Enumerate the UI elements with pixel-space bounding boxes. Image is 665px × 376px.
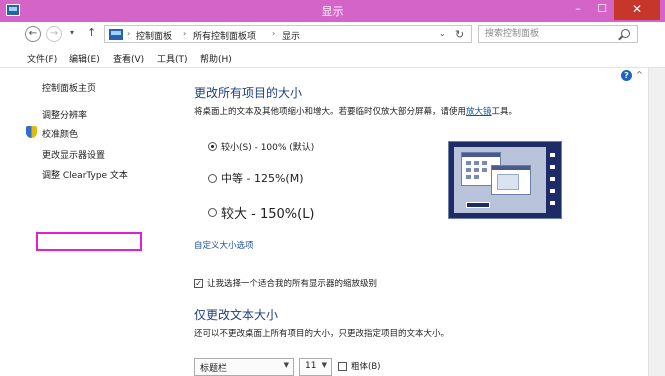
page-description: 将桌面上的文本及其他项缩小和增大。若要临时仅放大部分屏幕，请使用放大镜工具。 [194,105,517,117]
section-title-text-size: 仅更改文本大小 [194,308,279,322]
sidebar-item-cleartype[interactable]: 调整 ClearType 文本 [42,168,128,181]
preview-window [491,165,531,195]
preview-screen [454,147,546,213]
chevron-down-icon: ▼ [321,361,327,369]
search-box[interactable] [478,25,638,43]
breadcrumb-separator[interactable]: › [127,29,130,38]
menu-tools[interactable]: 工具(T) [157,52,188,65]
breadcrumb-separator[interactable]: › [183,29,186,38]
address-dropdown-icon[interactable]: ⌄ [439,29,446,38]
menu-view[interactable]: 查看(V) [113,52,144,65]
up-button[interactable]: ↑ [87,26,96,39]
preview-side-panel [548,147,557,213]
scroll-up-button[interactable]: ^ [636,70,643,79]
search-icon[interactable] [621,29,630,38]
radio-button[interactable] [208,173,217,183]
preview-taskbar [466,202,490,208]
menu-file[interactable]: 文件(F) [27,52,57,65]
address-row: ← → ▾ ↑ › 控制面板 › 所有控制面板项 › 显示 ⌄ ↻ [0,22,665,46]
magnifier-link[interactable]: 放大镜 [466,107,492,117]
bold-checkbox[interactable] [338,361,347,371]
font-size-select[interactable]: 11 ▼ [299,358,332,376]
size-option-large[interactable]: 较大 - 150%(L) [208,203,315,222]
breadcrumb-display[interactable]: 显示 [282,29,300,42]
recent-locations-dropdown[interactable]: ▾ [70,28,74,37]
scaling-checkbox[interactable]: ✓ [194,278,203,288]
display-preview-image [448,141,562,219]
description-suffix: 工具。 [491,107,518,117]
menu-bar: 文件(F) 编辑(E) 查看(V) 工具(T) 帮助(H) [0,48,665,68]
size-option-large-label: 较大 - 150%(L) [221,207,315,222]
breadcrumb-separator[interactable]: › [272,29,275,38]
size-option-medium[interactable]: 中等 - 125%(M) [208,170,303,186]
breadcrumb-all-items[interactable]: 所有控制面板项 [193,29,256,42]
left-pane: 控制面板主页 调整分辨率 校准颜色 更改显示器设置 调整 ClearType 文… [0,68,178,376]
custom-size-options-link[interactable]: 自定义大小选项 [194,239,254,251]
forward-button[interactable]: → [46,26,62,42]
scaling-checkbox-label: 让我选择一个适合我的所有显示器的缩放级别 [207,279,378,289]
shield-icon [26,126,37,138]
sidebar-item-control-panel-home[interactable]: 控制面板主页 [42,81,96,94]
radio-button[interactable] [208,142,217,151]
sidebar-item-adjust-resolution[interactable]: 调整分辨率 [42,108,87,121]
section-description-text-size: 还可以不更改桌面上所有项目的大小，只更改指定项目的文本大小。 [194,329,450,339]
refresh-icon[interactable]: ↻ [455,28,464,41]
item-select-value: 标题栏 [200,364,228,374]
search-input[interactable] [485,27,615,41]
size-option-small[interactable]: 较小(S) - 100% (默认) [208,140,314,153]
back-button[interactable]: ← [25,26,41,42]
close-button[interactable]: ✕ [614,0,660,20]
highlight-box [36,232,142,251]
minimize-button[interactable]: – [566,0,590,20]
maximize-button[interactable]: ☐ [590,0,614,20]
sidebar-item-change-display-settings[interactable]: 更改显示器设置 [42,148,105,161]
menu-edit[interactable]: 编辑(E) [69,52,100,65]
scaling-checkbox-row[interactable]: ✓ 让我选择一个适合我的所有显示器的缩放级别 [194,277,377,289]
item-select[interactable]: 标题栏 ▼ [194,358,294,376]
font-size-select-value: 11 [305,361,317,371]
radio-button[interactable] [208,208,217,217]
sidebar-item-calibrate-color[interactable]: 校准颜色 [42,127,78,140]
description-prefix: 将桌面上的文本及其他项缩小和增大。若要临时仅放大部分屏幕，请使用 [194,107,467,117]
control-panel-icon [109,29,123,40]
address-bar[interactable]: › 控制面板 › 所有控制面板项 › 显示 ⌄ ↻ [104,25,472,43]
chevron-down-icon: ▼ [283,361,289,369]
bold-checkbox-label: 粗体(B) [351,362,381,372]
size-option-medium-label: 中等 - 125%(M) [221,172,304,185]
main-content: 更改所有项目的大小 将桌面上的文本及其他项缩小和增大。若要临时仅放大部分屏幕，请… [178,68,648,376]
title-bar: 显示 – ☐ ✕ [0,0,665,22]
bold-checkbox-row[interactable]: 粗体(B) [338,360,380,372]
help-icon[interactable]: ? [621,70,632,81]
size-option-small-label: 较小(S) - 100% (默认) [221,143,315,153]
page-title: 更改所有项目的大小 [194,86,303,100]
vertical-scrollbar[interactable] [648,68,665,376]
menu-help[interactable]: 帮助(H) [200,52,232,65]
breadcrumb-control-panel[interactable]: 控制面板 [136,29,172,42]
